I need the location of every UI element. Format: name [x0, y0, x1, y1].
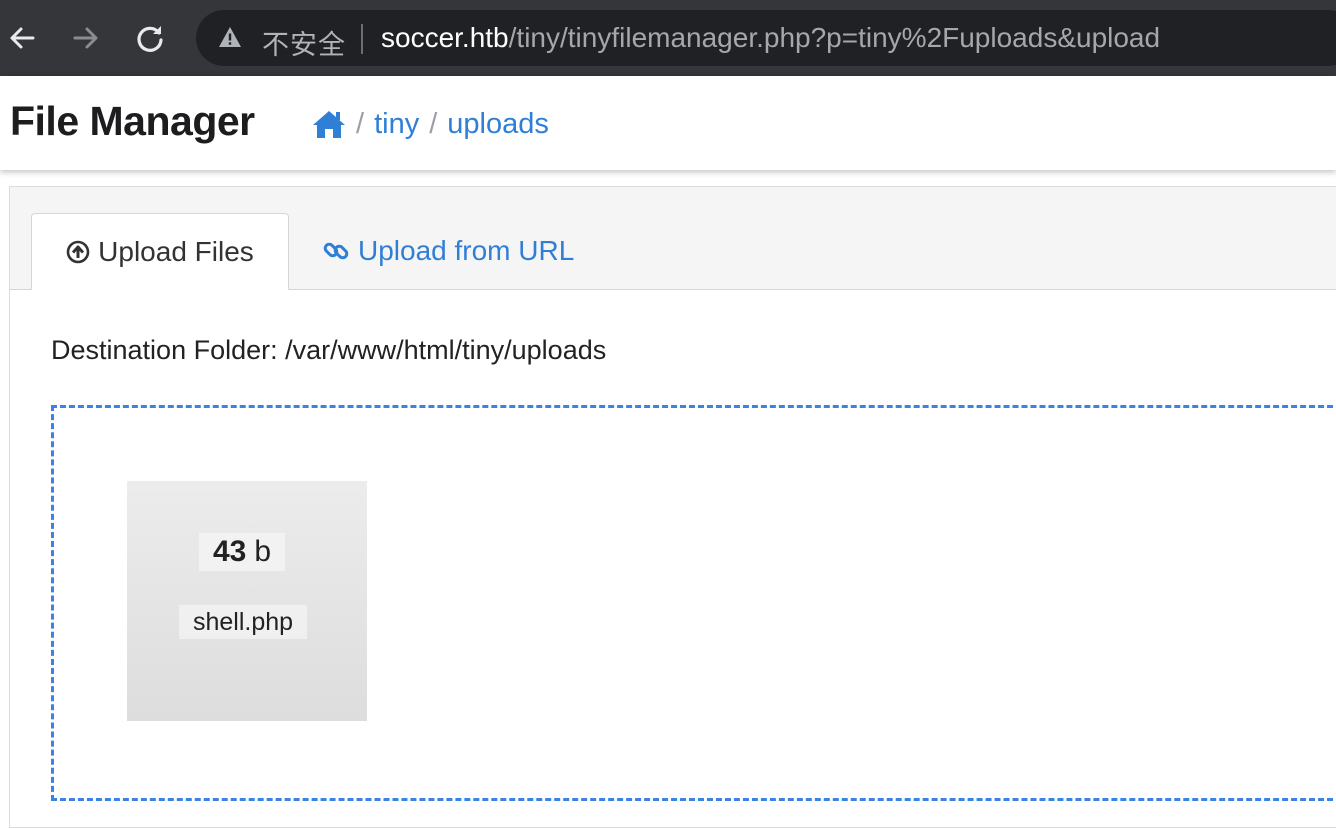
back-button[interactable]	[2, 18, 42, 58]
file-name: shell.php	[179, 605, 308, 639]
app-header: File Manager / tiny / uploads	[0, 76, 1336, 170]
upload-card: Upload Files Upload from URL Destination…	[9, 186, 1336, 828]
destination-folder: Destination Folder: /var/www/html/tiny/u…	[51, 335, 607, 365]
omnibox-divider	[361, 24, 363, 54]
breadcrumb: / tiny / uploads	[312, 104, 549, 144]
dropzone[interactable]: 43 b shell.php	[51, 405, 1336, 801]
forward-arrow-icon	[73, 27, 98, 49]
file-size-value: 43	[213, 535, 247, 568]
warning-icon[interactable]	[218, 26, 242, 48]
reload-icon	[137, 26, 163, 52]
security-status-label[interactable]: 不安全	[262, 23, 346, 62]
app-title[interactable]: File Manager	[10, 98, 255, 145]
file-preview[interactable]: 43 b shell.php	[127, 481, 367, 721]
file-size-unit: b	[254, 535, 272, 568]
url-host: soccer.htb	[381, 22, 509, 53]
breadcrumb-item-uploads[interactable]: uploads	[447, 108, 549, 141]
address-bar[interactable]: 不安全 soccer.htb/tiny/tinyfilemanager.php?…	[196, 10, 1336, 66]
tab-upload-from-url[interactable]: Upload from URL	[322, 213, 574, 289]
breadcrumb-item-tiny[interactable]: tiny	[374, 108, 419, 141]
tab-upload-files-label: Upload Files	[98, 235, 254, 267]
file-size: 43 b	[199, 533, 286, 571]
link-icon	[322, 237, 350, 265]
url-text[interactable]: soccer.htb/tiny/tinyfilemanager.php?p=ti…	[381, 22, 1160, 54]
arrow-circle-up-icon	[66, 240, 90, 264]
url-path: /tiny/tinyfilemanager.php?p=tiny%2Fuploa…	[508, 22, 1161, 53]
breadcrumb-separator: /	[356, 107, 365, 140]
home-icon[interactable]	[312, 109, 346, 139]
tab-upload-files[interactable]: Upload Files	[31, 213, 289, 290]
reload-button[interactable]	[130, 18, 170, 58]
tab-upload-from-url-label: Upload from URL	[358, 235, 575, 266]
forward-button[interactable]	[66, 18, 106, 58]
card-tabs-header: Upload Files Upload from URL	[10, 187, 1336, 290]
browser-toolbar: 不安全 soccer.htb/tiny/tinyfilemanager.php?…	[0, 0, 1336, 76]
breadcrumb-separator: /	[429, 107, 438, 140]
back-arrow-icon	[10, 27, 35, 49]
